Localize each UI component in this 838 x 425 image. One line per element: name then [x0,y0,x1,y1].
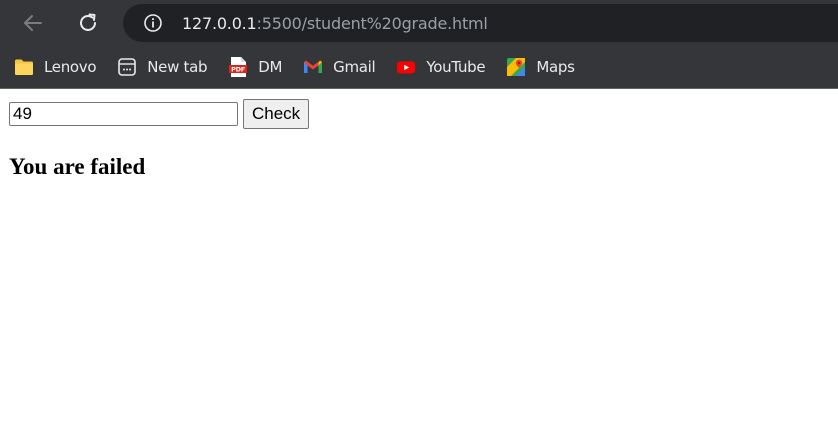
page-content: Check You are failed [0,99,838,180]
new-tab-icon [117,57,137,77]
gmail-icon [303,57,323,77]
url-host: 127.0.0.1 [182,13,257,33]
pdf-icon: PDF [228,57,248,77]
reload-button[interactable] [73,8,103,38]
site-info-icon[interactable] [143,13,163,33]
bookmark-label: DM [258,58,283,76]
url-path: :5500/student%20grade.html [256,13,488,33]
bookmark-lenovo[interactable]: Lenovo [14,57,97,77]
browser-toolbar: 127.0.0.1:5500/student%20grade.html [0,0,838,46]
bookmark-youtube[interactable]: YouTube [396,57,486,77]
bookmarks-bar: Lenovo New tab PDF DM Gmail YouTube Maps [0,46,838,89]
bookmark-new-tab[interactable]: New tab [117,57,208,77]
bookmark-label: Gmail [333,58,376,76]
result-heading: You are failed [9,154,146,179]
reload-icon [80,13,96,31]
bookmark-label: Lenovo [44,58,97,76]
youtube-icon [396,57,416,77]
svg-text:PDF: PDF [231,66,245,74]
bookmark-dm[interactable]: PDF DM [228,57,282,77]
grade-form: Check [8,99,830,129]
maps-icon [506,57,526,77]
check-button[interactable]: Check [243,99,310,129]
bookmark-maps[interactable]: Maps [506,57,575,77]
bookmark-gmail[interactable]: Gmail [303,57,376,77]
back-button[interactable] [18,8,48,38]
back-arrow-icon [24,15,42,31]
folder-icon [14,57,34,77]
url-text: 127.0.0.1:5500/student%20grade.html [182,14,488,33]
bookmark-label: New tab [147,58,208,76]
grade-input[interactable] [9,102,238,126]
bookmark-label: YouTube [426,58,486,76]
bookmark-label: Maps [536,58,575,76]
address-bar[interactable]: 127.0.0.1:5500/student%20grade.html [123,4,838,42]
